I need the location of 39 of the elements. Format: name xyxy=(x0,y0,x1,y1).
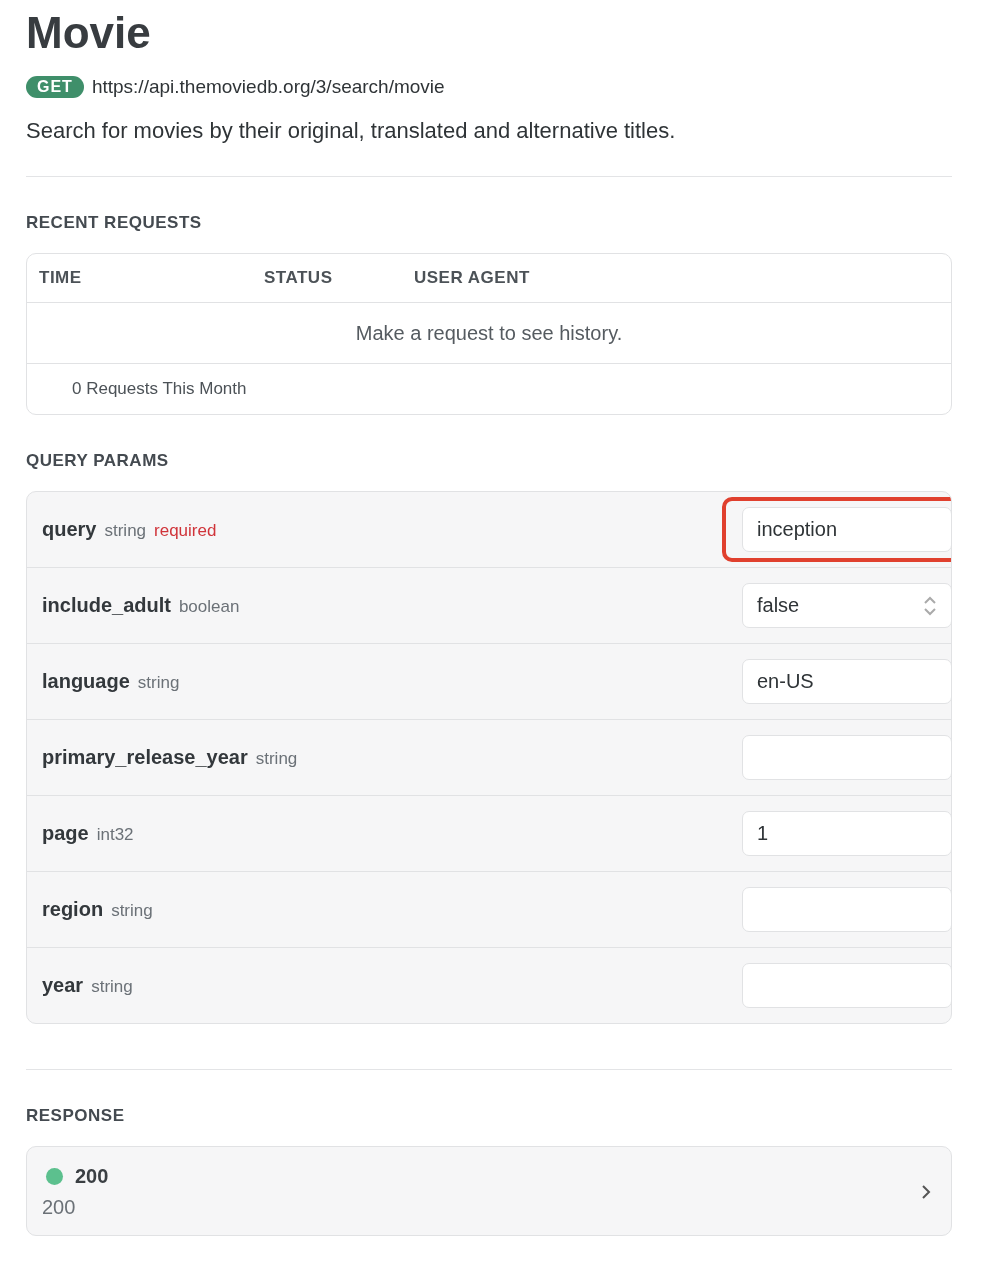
section-heading: RECENT REQUESTS xyxy=(26,213,203,233)
response-item[interactable]: 200 200 xyxy=(26,1146,952,1236)
description: Search for movies by their original, translated and alternative titles. xyxy=(26,118,677,144)
endpoint-url: https://api.themoviedb.org/3/search/movie xyxy=(91,76,445,98)
page-title: Movie xyxy=(26,7,152,59)
section-heading: QUERY PARAMS xyxy=(26,451,170,471)
param-name: year xyxy=(42,974,84,997)
param-name: query xyxy=(42,518,97,541)
required-label: required xyxy=(154,521,217,541)
method-badge: GET xyxy=(26,76,84,98)
param-name: language xyxy=(42,670,130,693)
chevron-right-icon xyxy=(921,1184,931,1200)
input-field[interactable]: 1 xyxy=(742,811,951,856)
empty-message: Make a request to see history. xyxy=(27,303,951,364)
column-header: TIME xyxy=(39,268,83,288)
input-field[interactable]: en-US xyxy=(742,659,951,704)
status-description: 200 xyxy=(42,1196,77,1219)
status-code: 200 xyxy=(75,1165,109,1188)
up-down-chevron-icon xyxy=(923,594,937,617)
input-field[interactable] xyxy=(742,963,951,1008)
param-name: include_adult xyxy=(42,594,171,617)
param-type: boolean xyxy=(178,597,240,617)
param-type: int32 xyxy=(96,825,134,845)
param-type: string xyxy=(91,977,133,997)
input-field[interactable] xyxy=(742,735,951,780)
section-heading: RESPONSE xyxy=(26,1106,126,1126)
param-type: string xyxy=(137,673,180,693)
column-header: USER AGENT xyxy=(414,268,531,288)
param-name: page xyxy=(42,822,89,845)
select-field[interactable]: false xyxy=(742,583,951,628)
input-field[interactable]: inception xyxy=(742,507,951,552)
input-field[interactable] xyxy=(742,887,951,932)
request-count: 0 Requests This Month xyxy=(71,378,248,400)
param-type: string xyxy=(111,901,153,921)
param-name: region xyxy=(42,898,104,921)
param-type: string xyxy=(104,521,147,541)
param-name: primary_release_year xyxy=(42,746,248,769)
param-type: string xyxy=(255,749,298,769)
column-header: STATUS xyxy=(264,268,334,288)
